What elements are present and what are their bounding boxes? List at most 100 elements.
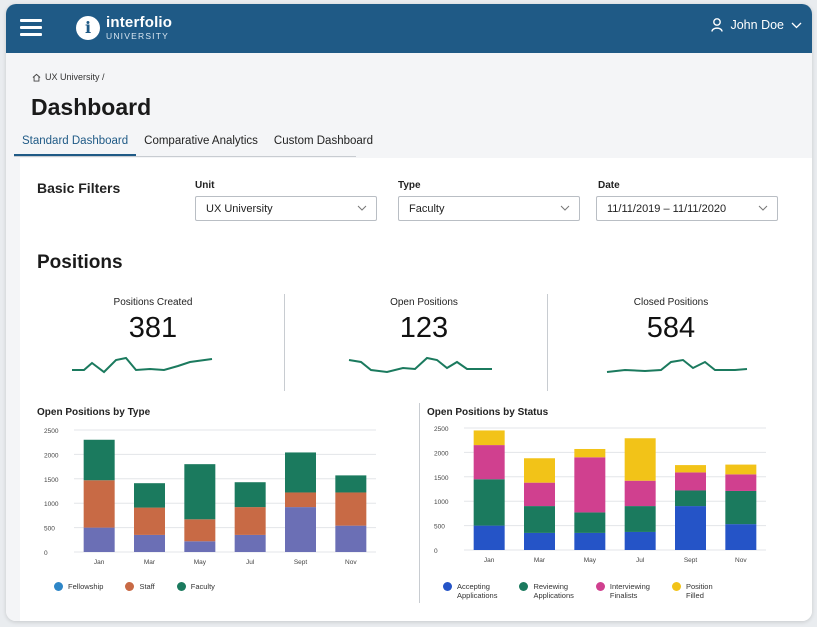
bar-segment[interactable] [184, 519, 216, 542]
bar-segment[interactable] [675, 465, 706, 473]
legend-item-accepting: Accepting Applications [443, 582, 497, 600]
bar-segment[interactable] [134, 507, 165, 535]
legend-swatch [671, 582, 681, 591]
bar-segment[interactable] [285, 452, 316, 493]
bar-segment[interactable] [574, 448, 606, 458]
bar-segment[interactable] [524, 458, 555, 483]
x-tick-label: May [584, 557, 597, 564]
bar-segment[interactable] [725, 464, 757, 475]
legend-label: Fellowship [68, 582, 104, 591]
y-tick-label: 2000 [434, 450, 449, 457]
menu-icon[interactable] [20, 19, 42, 37]
bar-segment[interactable] [285, 492, 316, 508]
stat-closed-positions: Closed Positions 584 [571, 297, 771, 345]
page-title: Dashboard [31, 94, 152, 120]
brand-logo-icon[interactable]: i [76, 16, 100, 40]
bar-segment[interactable] [134, 534, 165, 552]
x-tick-label: May [194, 559, 207, 566]
bar-segment[interactable] [83, 480, 115, 528]
bar-segment[interactable] [473, 479, 505, 526]
stat-value: 584 [646, 312, 696, 344]
bar-segment[interactable] [234, 482, 266, 508]
bar-segment[interactable] [184, 464, 216, 520]
y-tick-label: 2500 [44, 428, 59, 435]
x-tick-label: Jan [94, 559, 105, 566]
bar-segment[interactable] [574, 532, 606, 550]
bar-segment[interactable] [624, 480, 656, 507]
legend-label: Faculty [190, 582, 215, 591]
breadcrumb-link[interactable]: UX University / [45, 72, 105, 82]
user-menu[interactable]: John Doe [711, 18, 802, 32]
bar-segment[interactable] [624, 438, 656, 481]
chevron-down-icon [357, 205, 367, 211]
chart-divider [419, 403, 420, 603]
bar-segment[interactable] [725, 490, 757, 525]
bar-segment[interactable] [335, 525, 367, 552]
bar-segment[interactable] [675, 472, 706, 491]
bar-segment[interactable] [725, 524, 757, 550]
unit-select[interactable]: UX University [195, 196, 377, 221]
tab-comparative-analytics[interactable]: Comparative Analytics [136, 131, 266, 156]
chevron-down-icon [791, 22, 802, 28]
legend-item-faculty: Faculty [176, 582, 215, 591]
x-tick-label: Jan [484, 557, 495, 564]
x-tick-label: Mar [144, 559, 156, 566]
bar-segment[interactable] [473, 430, 505, 446]
bar-segment[interactable] [725, 474, 757, 491]
brand-name[interactable]: interfolio [106, 14, 172, 31]
main-content: UX University / Dashboard Standard Dashb… [6, 53, 812, 621]
unit-label: Unit [195, 180, 215, 191]
legend-item-staff: Staff [125, 582, 155, 591]
legend-swatch [595, 582, 605, 591]
bar-segment[interactable] [574, 457, 606, 513]
legend-item-reviewing: Reviewing Applications [519, 582, 574, 600]
bar-segment[interactable] [524, 482, 555, 507]
tab-custom-dashboard[interactable]: Custom Dashboard [266, 131, 381, 156]
y-tick-label: 0 [434, 548, 438, 555]
bar-segment[interactable] [624, 506, 656, 532]
bar-segment[interactable] [184, 541, 216, 552]
bar-segment[interactable] [574, 512, 606, 533]
tab-standard-dashboard[interactable]: Standard Dashboard [14, 131, 137, 156]
bar-segment[interactable] [234, 534, 266, 552]
bar-segment[interactable] [675, 506, 706, 550]
basic-filters-title: Basic Filters [37, 180, 121, 196]
y-tick-label: 500 [434, 524, 445, 531]
type-label: Type [398, 180, 421, 191]
bar-segment[interactable] [335, 492, 367, 526]
stat-label: Open Positions [390, 297, 458, 308]
bar-segment[interactable] [624, 531, 656, 550]
bar-segment[interactable] [134, 483, 165, 508]
chart-open-positions-by-status: 0 500 1000 1500 2000 2500 Jan Mar May Jul Sept Nov [434, 426, 766, 564]
type-select-value: Faculty [409, 203, 445, 215]
sparkline-open-positions [348, 356, 492, 374]
bar-segment[interactable] [335, 475, 367, 493]
bar-segment[interactable] [524, 532, 555, 550]
type-select[interactable]: Faculty [398, 196, 580, 221]
y-tick-label: 2000 [44, 452, 59, 459]
x-tick-label: Sept [294, 559, 308, 566]
bar-segment[interactable] [524, 506, 555, 533]
breadcrumb[interactable]: UX University / [32, 72, 105, 82]
chevron-down-icon [560, 205, 570, 211]
bar-segment[interactable] [83, 527, 115, 552]
top-navigation-bar: i interfolio UNIVERSITY John Doe [6, 4, 812, 53]
x-tick-label: Mar [534, 557, 546, 564]
chart-title-by-type: Open Positions by Type [37, 407, 151, 418]
x-tick-label: Sept [684, 557, 698, 564]
legend-by-type: Fellowship Staff Faculty [54, 582, 237, 591]
legend-swatch [519, 582, 529, 591]
y-tick-label: 1500 [44, 477, 59, 484]
bar-segment[interactable] [473, 445, 505, 480]
bar-segment[interactable] [675, 490, 706, 507]
bar-segment[interactable] [285, 507, 316, 552]
y-tick-label: 1500 [434, 475, 449, 482]
stat-value: 123 [399, 312, 449, 344]
bar-segment[interactable] [234, 507, 266, 535]
bar-segment[interactable] [473, 525, 505, 550]
x-tick-label: Jul [636, 557, 645, 564]
legend-label: Staff [139, 582, 155, 591]
date-range-select[interactable]: 11/11/2019 – 11/11/2020 [596, 196, 778, 221]
bar-segment[interactable] [83, 439, 115, 481]
y-tick-label: 1000 [434, 499, 449, 506]
